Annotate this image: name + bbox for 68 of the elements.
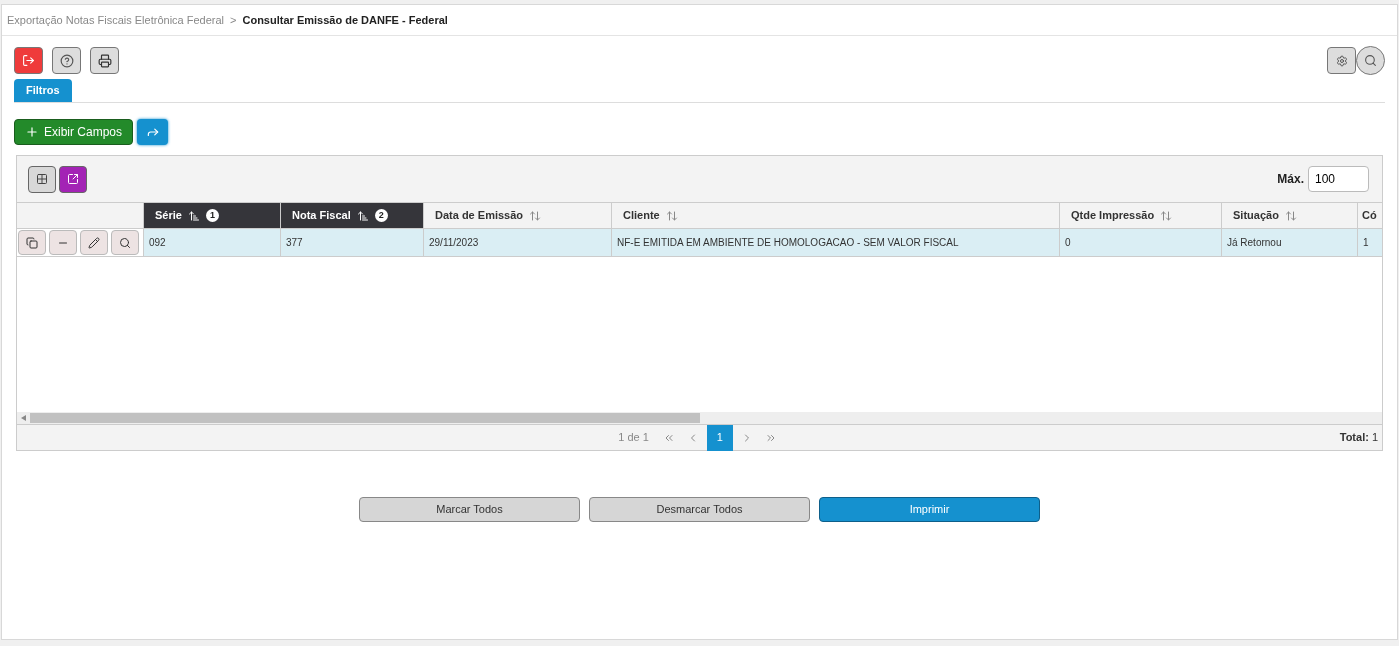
table-cell: 377 [281, 229, 424, 256]
settings-icon [1335, 54, 1348, 67]
edit-button[interactable] [80, 230, 108, 255]
search-button[interactable] [1356, 46, 1385, 75]
help-icon [59, 53, 74, 68]
plus-icon [25, 125, 39, 139]
copy-icon [26, 236, 38, 249]
total-label: Total: [1339, 430, 1369, 446]
grid-icon [36, 173, 48, 185]
breadcrumb-link[interactable]: Exportação Notas Fiscais Eletrônica Federal [7, 11, 225, 29]
page-title: Consultar Emissão de DANFE - Federal [242, 12, 448, 28]
sort-icon [529, 209, 542, 222]
column-header[interactable]: Qtde Impressão [1060, 203, 1222, 228]
forward-arrow-icon [145, 125, 160, 139]
column-title: Data de Emissão [435, 208, 524, 224]
column-title: Nota Fiscal [292, 208, 351, 224]
page-button[interactable]: 1 [706, 424, 733, 451]
table-row[interactable]: 092 377 29/11/2023 NF-E EMITIDA EM AMBIENTE DE HOMOLOGACAO - SEM VALOR FISCAL 0 Já Retornou 1 [17, 229, 1382, 257]
action-button[interactable]: Marcar Todos [359, 497, 580, 522]
action-button[interactable]: Imprimir [819, 497, 1040, 522]
table-cell: Já Retornou [1222, 229, 1358, 256]
table-cell: 092 [144, 229, 281, 256]
column-header[interactable]: Situação [1222, 203, 1358, 228]
share-button[interactable] [137, 119, 169, 145]
filters-tab[interactable]: Filtros [14, 79, 72, 102]
expand-button[interactable] [59, 165, 87, 193]
pencil-icon [88, 236, 100, 249]
column-title: Qtde Impressão [1071, 208, 1155, 224]
sort-order-badge: 2 [374, 209, 388, 222]
sort-ascending-icon [187, 209, 200, 222]
column-title: Cliente [623, 208, 660, 224]
table-cell: 1 [1358, 229, 1382, 256]
page-info: 1 de 1 [618, 430, 649, 446]
print-settings-button[interactable] [90, 47, 119, 74]
search-icon [1364, 54, 1377, 67]
column-title: Situação [1233, 208, 1279, 224]
column-header[interactable]: Data de Emissão [424, 203, 612, 228]
column-header[interactable]: Cliente [612, 203, 1060, 228]
help-button[interactable] [52, 47, 81, 74]
exit-button[interactable] [14, 47, 43, 74]
sort-icon [1284, 209, 1297, 222]
column-title: Có [1362, 208, 1377, 224]
search-icon [119, 236, 131, 249]
view-button[interactable] [111, 230, 139, 255]
action-button[interactable]: Desmarcar Todos [589, 497, 810, 522]
breadcrumb-separator: > [230, 12, 237, 28]
column-title: Série [155, 208, 182, 224]
sort-icon [665, 209, 678, 222]
column-header[interactable]: Nota Fiscal 2 [281, 203, 424, 228]
column-header[interactable]: Có [1358, 203, 1382, 228]
expand-icon [67, 173, 79, 185]
column-header[interactable]: Série 1 [144, 203, 281, 228]
table-cell: 29/11/2023 [424, 229, 612, 256]
total-count: 1 [1371, 430, 1378, 446]
table-cell: 0 [1060, 229, 1222, 256]
grid-layout-button[interactable] [28, 165, 56, 193]
printer-icon [97, 53, 112, 68]
settings-button[interactable] [1327, 47, 1356, 74]
max-label: Máx. [1277, 171, 1304, 188]
show-fields-button[interactable]: Exibir Campos [14, 119, 134, 145]
sort-icon [1160, 209, 1173, 222]
table-cell: NF-E EMITIDA EM AMBIENTE DE HOMOLOGACAO - SEM VALOR FISCAL [612, 229, 1060, 256]
copy-button[interactable] [18, 230, 46, 255]
sort-order-badge: 1 [205, 209, 219, 222]
sort-ascending-icon [356, 209, 369, 222]
max-rows-field[interactable]: 100 [1308, 166, 1369, 192]
scroll-left-icon[interactable] [21, 415, 26, 421]
exit-icon [22, 54, 35, 67]
